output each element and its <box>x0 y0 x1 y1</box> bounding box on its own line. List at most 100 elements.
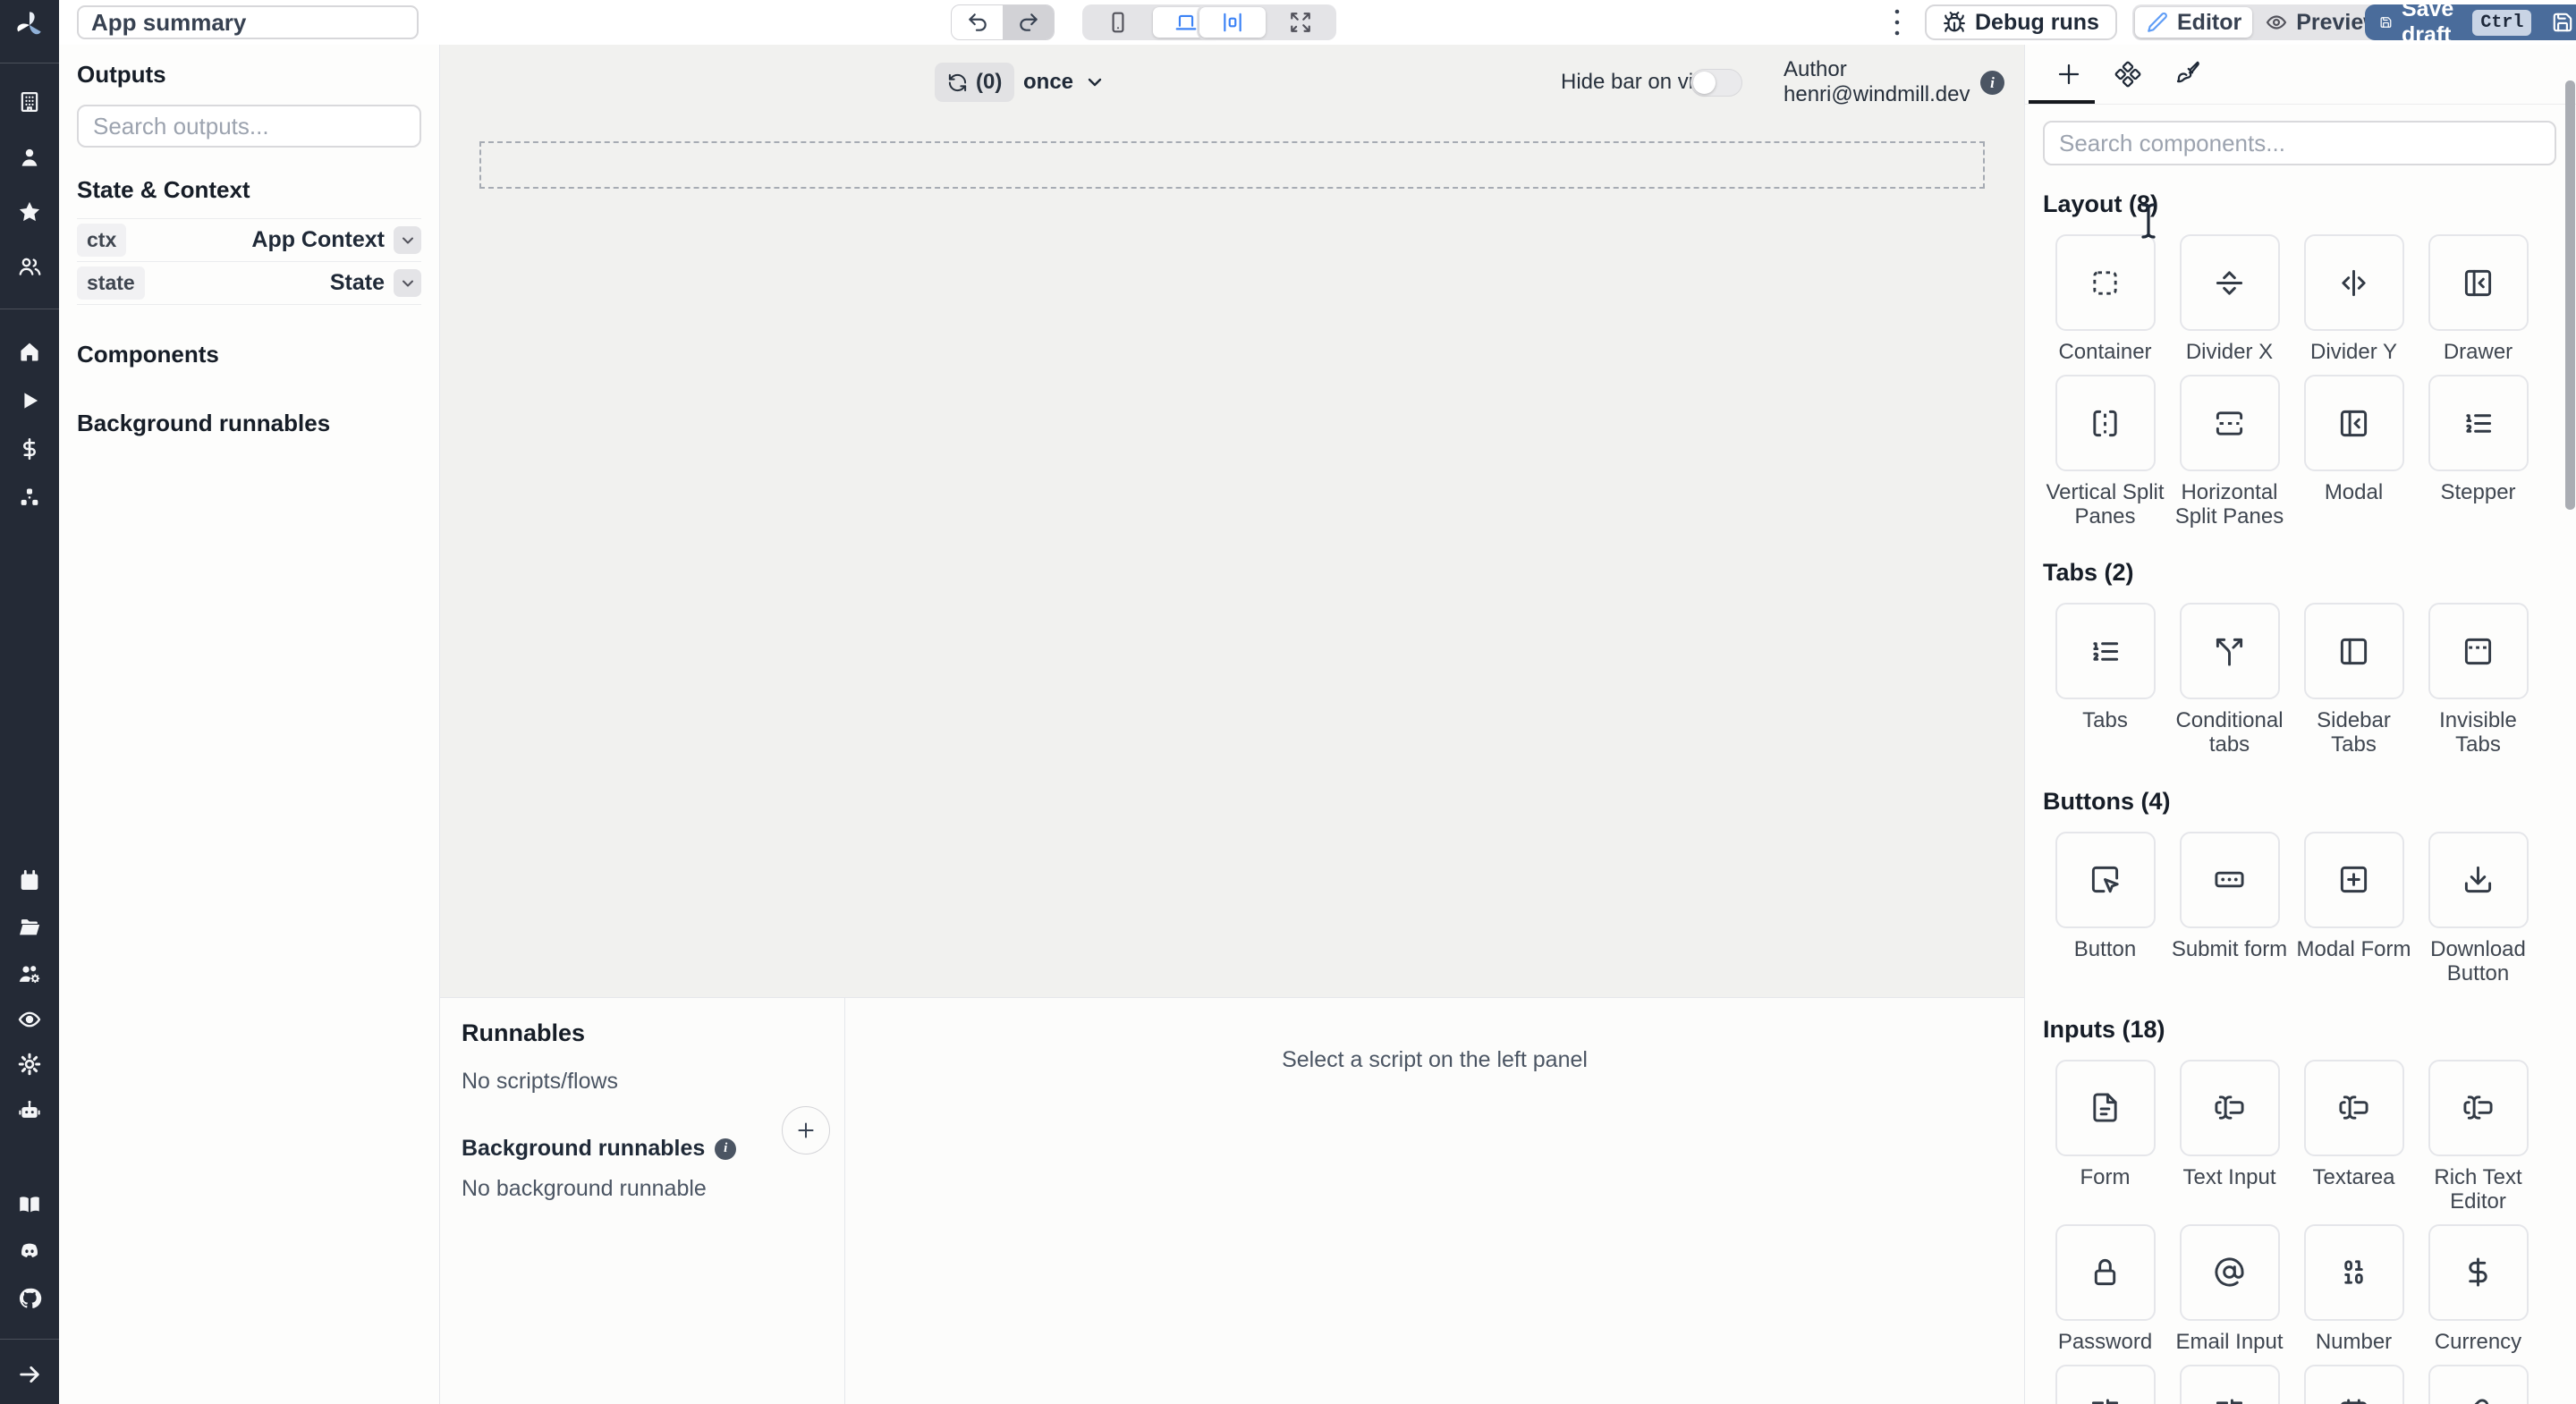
component-range[interactable]: Range <box>2167 1365 2292 1404</box>
component-horizontal-split-panes[interactable]: Horizontal Split Panes <box>2167 375 2292 529</box>
folders-icon[interactable] <box>17 915 42 940</box>
search-outputs-input[interactable] <box>77 105 421 148</box>
state-context-rows: ctx App Context state State <box>77 218 421 305</box>
component-submit-form[interactable]: Submit form <box>2167 831 2292 985</box>
groups-icon[interactable] <box>17 254 42 279</box>
discord-icon[interactable] <box>17 1239 42 1264</box>
component-number[interactable]: Number <box>2292 1223 2416 1354</box>
settings-gear-icon[interactable] <box>17 1052 42 1077</box>
user-icon[interactable] <box>17 145 42 170</box>
email-input-icon <box>2214 1256 2245 1288</box>
favorites-star-icon[interactable] <box>17 199 42 224</box>
redo-icon <box>1019 13 1038 31</box>
active-tab-indicator <box>2029 100 2095 104</box>
save-icon <box>2380 17 2392 28</box>
component-stepper[interactable]: Stepper <box>2416 375 2540 529</box>
app-summary-input[interactable] <box>77 5 419 39</box>
audit-eye-icon[interactable] <box>17 1007 42 1032</box>
component-invisible-tabs[interactable]: Invisible Tabs <box>2416 603 2540 757</box>
tab-component-settings[interactable] <box>2098 45 2157 104</box>
app-canvas[interactable]: (0) once Hide bar on view Author henri@w… <box>440 45 2024 997</box>
component-textarea[interactable]: Textarea <box>2292 1059 2416 1214</box>
component-modal[interactable]: Modal <box>2292 375 2416 529</box>
redo-button[interactable] <box>1003 5 1054 39</box>
ctx-row[interactable]: ctx App Context <box>77 219 421 262</box>
hide-bar-toggle[interactable] <box>1690 69 1742 97</box>
component-sidebar-tabs[interactable]: Sidebar Tabs <box>2292 603 2416 757</box>
expand-icon <box>1291 13 1310 32</box>
add-background-runnable-button[interactable] <box>782 1106 830 1154</box>
component-label: Invisible Tabs <box>2439 708 2517 757</box>
tab-insert-component[interactable] <box>2039 45 2098 104</box>
workspace-icon[interactable] <box>17 89 42 114</box>
component-rich-text-editor[interactable]: Rich Text Editor <box>2416 1059 2540 1214</box>
laptop-icon <box>1175 14 1197 30</box>
refresh-button[interactable]: (0) <box>935 63 1015 102</box>
debug-runs-button[interactable]: Debug runs <box>1925 4 2117 40</box>
info-icon[interactable]: i <box>715 1138 737 1160</box>
sidebar-tabs-icon <box>2338 636 2369 667</box>
component-text-input[interactable]: Text Input <box>2167 1059 2292 1214</box>
docs-book-icon[interactable] <box>17 1192 42 1217</box>
state-expand-button[interactable] <box>394 269 421 297</box>
center-canvas-button[interactable] <box>1199 7 1266 38</box>
undo-button[interactable] <box>952 5 1003 39</box>
component-currency[interactable]: Currency <box>2416 1223 2540 1354</box>
component-drawer[interactable]: Drawer <box>2416 234 2540 364</box>
ai-bot-icon[interactable] <box>17 1098 42 1123</box>
ctx-key-chip: ctx <box>77 224 127 257</box>
component-label: Vertical Split Panes <box>2046 480 2165 529</box>
component-email-input[interactable]: Email Input <box>2167 1223 2292 1354</box>
search-components-input[interactable] <box>2043 121 2556 165</box>
component-divider-y[interactable]: Divider Y <box>2292 234 2416 364</box>
worker-groups-icon[interactable] <box>17 961 42 986</box>
github-icon[interactable] <box>17 1286 42 1311</box>
component-form[interactable]: Form <box>2043 1059 2167 1214</box>
component-conditional-tabs[interactable]: Conditional tabs <box>2167 603 2292 757</box>
resources-icon[interactable] <box>17 486 42 511</box>
component-vertical-split-panes[interactable]: Vertical Split Panes <box>2043 375 2167 529</box>
component-password[interactable]: Password <box>2043 1223 2167 1354</box>
state-row[interactable]: state State <box>77 262 421 305</box>
empty-grid-drop-zone[interactable] <box>479 141 1985 189</box>
component-container[interactable]: Container <box>2043 234 2167 364</box>
deploy-button[interactable]: Deploy <box>2533 4 2576 40</box>
windmill-app-editor: Debug runs Editor Preview Save draft Ctr… <box>0 0 2576 1404</box>
component-label: Modal Form <box>2296 936 2411 961</box>
schedules-calendar-icon[interactable] <box>17 868 42 893</box>
component-label: Horizontal Split Panes <box>2174 480 2284 529</box>
more-menu-button[interactable] <box>1884 4 1911 40</box>
component-file-input[interactable]: File Input <box>2416 1365 2540 1404</box>
tab-editor[interactable]: Editor <box>2135 7 2253 38</box>
windmill-logo-icon[interactable] <box>12 7 47 43</box>
tab-styling[interactable] <box>2157 45 2216 104</box>
component-section: Buttons (4) Button Submit form Modal Form Do… <box>2043 788 2558 996</box>
variables-dollar-icon[interactable] <box>17 436 42 461</box>
refresh-mode-select[interactable]: once <box>1023 63 1106 102</box>
home-icon[interactable] <box>17 339 42 364</box>
info-icon[interactable]: i <box>1980 71 2004 95</box>
component-panel-tabs <box>2025 45 2576 105</box>
runs-play-icon[interactable] <box>17 388 42 413</box>
container-icon <box>2089 267 2121 299</box>
component-modal-form[interactable]: Modal Form <box>2292 831 2416 985</box>
component-label: Divider X <box>2185 340 2274 364</box>
component-section-title: Layout (8) <box>2043 190 2159 217</box>
text-cursor <box>2140 202 2159 240</box>
ctx-expand-button[interactable] <box>394 226 421 254</box>
fullscreen-button[interactable] <box>1267 7 1334 38</box>
expand-sidebar-arrow-icon[interactable] <box>17 1362 42 1387</box>
component-label: Divider Y <box>2310 340 2397 364</box>
component-divider-x[interactable]: Divider X <box>2167 234 2292 364</box>
component-library-panel: Layout (8) Container Divider X Divider Y Dra… <box>2024 45 2576 1404</box>
date-icon <box>2338 1398 2369 1404</box>
component-button[interactable]: Button <box>2043 831 2167 985</box>
scrollbar-thumb[interactable] <box>2565 80 2575 510</box>
component-slider[interactable]: Slider <box>2043 1365 2167 1404</box>
kbd-ctrl: Ctrl <box>2472 9 2532 36</box>
component-date[interactable]: Date <box>2292 1365 2416 1404</box>
component-label: Container <box>2058 340 2152 364</box>
component-download-button[interactable]: Download Button <box>2416 831 2540 985</box>
mobile-view-button[interactable] <box>1085 7 1151 38</box>
component-tabs[interactable]: Tabs <box>2043 603 2167 757</box>
